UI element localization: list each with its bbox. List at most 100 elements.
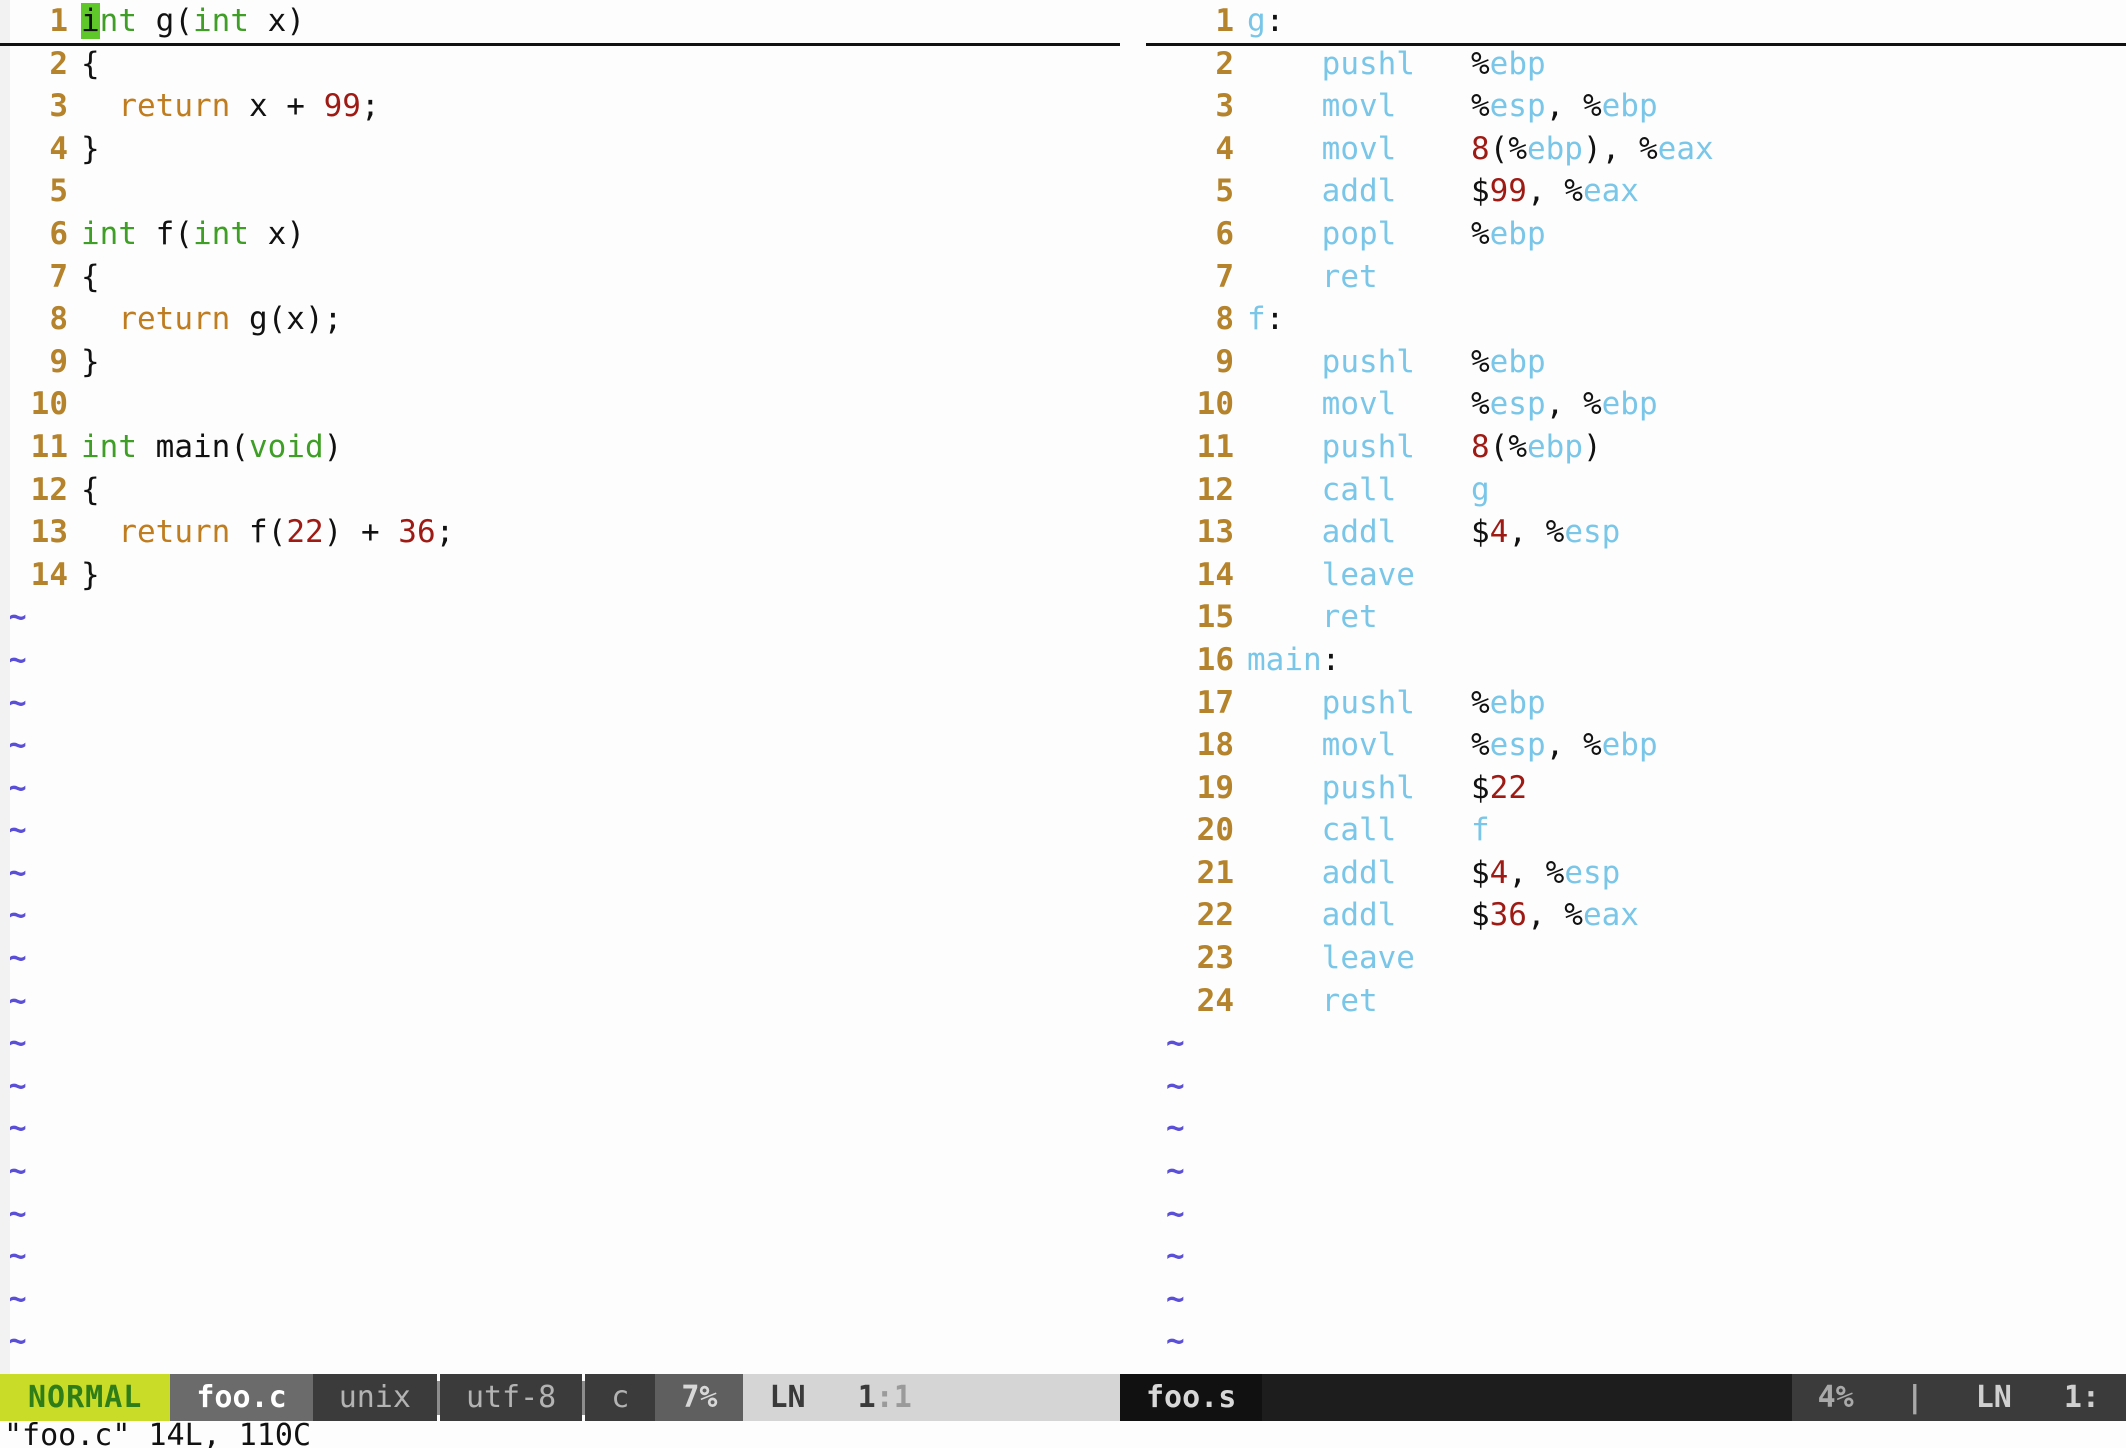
line-text[interactable]: call g — [1247, 469, 1490, 512]
line-text[interactable]: pushl %ebp — [1247, 43, 1546, 86]
code-line[interactable]: 1 int g(int x) — [0, 0, 1120, 43]
code-line[interactable]: 3 movl %esp, %ebp — [1146, 85, 2126, 128]
code-line[interactable]: 5 addl $99, %eax — [1146, 170, 2126, 213]
code-line[interactable]: 10 — [0, 383, 1120, 426]
code-line[interactable]: 9} — [0, 341, 1120, 384]
line-text[interactable]: } — [81, 341, 100, 384]
status-position[interactable]: 1:1 — [831, 1374, 938, 1421]
line-text[interactable]: ret — [1247, 980, 1378, 1023]
line-text[interactable]: addl $36, %eax — [1247, 894, 1639, 937]
code-line[interactable]: 12 call g — [1146, 469, 2126, 512]
line-text[interactable]: main: — [1247, 639, 1340, 682]
line-text[interactable]: pushl 8(%ebp) — [1247, 426, 1602, 469]
status-percent[interactable]: 7% — [655, 1374, 744, 1421]
code-line[interactable]: 2{ — [0, 43, 1120, 86]
code-line[interactable]: 2 pushl %ebp — [1146, 43, 2126, 86]
status-inactive-percent[interactable]: 4% — [1791, 1374, 1880, 1421]
line-text[interactable]: movl %esp, %ebp — [1247, 724, 1658, 767]
line-text[interactable]: call f — [1247, 809, 1490, 852]
code-line[interactable]: 6 popl %ebp — [1146, 213, 2126, 256]
line-text[interactable]: pushl %ebp — [1247, 341, 1546, 384]
code-line[interactable]: 4} — [0, 128, 1120, 171]
code-line[interactable]: 24 ret — [1146, 980, 2126, 1023]
code-line[interactable]: 5 — [0, 170, 1120, 213]
code-line[interactable]: 4 movl 8(%ebp), %eax — [1146, 128, 2126, 171]
line-text[interactable]: { — [81, 256, 100, 299]
line-text[interactable]: movl %esp, %ebp — [1247, 85, 1658, 128]
line-text[interactable]: pushl $22 — [1247, 767, 1527, 810]
code-token: esp — [1564, 514, 1621, 551]
line-text[interactable]: addl $4, %esp — [1247, 852, 1621, 895]
left-code-lines[interactable]: 1 int g(int x) 2{3 return x + 99; 4} 5 6 int f… — [0, 0, 1120, 596]
code-line[interactable]: 17 pushl %ebp — [1146, 682, 2126, 725]
line-text[interactable]: addl $99, %eax — [1247, 170, 1639, 213]
line-number: 7 — [1215, 258, 1234, 295]
code-line[interactable]: 23 leave — [1146, 937, 2126, 980]
code-line[interactable]: 12 { — [0, 469, 1120, 512]
code-line[interactable]: 21 addl $4, %esp — [1146, 852, 2126, 895]
code-line[interactable]: 1 g: — [1146, 0, 2126, 43]
command-line-message[interactable]: "foo.c" 14L, 110C — [0, 1421, 2126, 1448]
line-text[interactable]: int main(void) — [81, 426, 342, 469]
status-mode[interactable]: NORMAL — [0, 1374, 171, 1421]
status-inactive-position[interactable]: 1: — [2037, 1374, 2126, 1421]
code-line[interactable]: 11 int main(void) — [0, 426, 1120, 469]
editor-pane-foo-s[interactable]: 1 g: 2 pushl %ebp 3 movl %esp, %ebp 4 movl 8… — [1120, 0, 2126, 1374]
line-text[interactable]: addl $4, %esp — [1247, 511, 1621, 554]
line-text[interactable]: ret — [1247, 256, 1378, 299]
editor-pane-foo-c[interactable]: 1 int g(int x) 2{3 return x + 99; 4} 5 6 int f… — [0, 0, 1120, 1374]
line-text[interactable]: movl 8(%ebp), %eax — [1247, 128, 1714, 171]
code-line[interactable]: 11 pushl 8(%ebp) — [1146, 426, 2126, 469]
line-text[interactable]: leave — [1247, 554, 1415, 597]
line-text[interactable]: ret — [1247, 596, 1378, 639]
code-line[interactable]: 10 movl %esp, %ebp — [1146, 383, 2126, 426]
code-line[interactable]: 7{ — [0, 256, 1120, 299]
line-text[interactable]: } — [81, 128, 100, 171]
code-line[interactable]: 22 addl $36, %eax — [1146, 894, 2126, 937]
status-left-filler — [937, 1374, 1120, 1421]
code-line[interactable]: 19 pushl $22 — [1146, 767, 2126, 810]
code-line[interactable]: 8 f: — [1146, 298, 2126, 341]
line-text[interactable]: g: — [1247, 0, 1284, 43]
line-text[interactable]: int f(int x) — [81, 213, 305, 256]
code-line[interactable]: 18 movl %esp, %ebp — [1146, 724, 2126, 767]
code-line[interactable]: 14 leave — [1146, 554, 2126, 597]
code-line[interactable]: 20 call f — [1146, 809, 2126, 852]
code-line[interactable]: 16 main: — [1146, 639, 2126, 682]
line-text[interactable]: int g(int x) — [81, 0, 305, 43]
code-line[interactable]: 14} — [0, 554, 1120, 597]
line-text[interactable]: popl %ebp — [1247, 213, 1546, 256]
line-text[interactable]: { — [81, 43, 100, 86]
line-text[interactable]: leave — [1247, 937, 1415, 980]
code-line[interactable]: 9 pushl %ebp — [1146, 341, 2126, 384]
line-number: 23 — [1196, 940, 1234, 977]
line-text[interactable]: } — [81, 554, 100, 597]
line-text[interactable]: movl %esp, %ebp — [1247, 383, 1658, 426]
status-inactive-filename[interactable]: foo.s — [1120, 1374, 1263, 1421]
line-text[interactable]: return g(x); — [81, 298, 342, 341]
line-text[interactable]: { — [81, 469, 100, 512]
code-line[interactable]: 7 ret — [1146, 256, 2126, 299]
status-filetype[interactable]: c — [585, 1374, 656, 1421]
status-encoding[interactable]: utf-8 — [439, 1374, 583, 1421]
code-token: addl — [1321, 897, 1397, 934]
line-text[interactable]: return x + 99; — [81, 85, 379, 128]
code-line[interactable]: 13 addl $4, %esp — [1146, 511, 2126, 554]
code-token: pushl — [1321, 45, 1415, 82]
line-number: 10 — [30, 386, 68, 423]
code-line[interactable]: 8 return g(x); — [0, 298, 1120, 341]
code-token: ebp — [1489, 343, 1546, 380]
line-text[interactable]: pushl %ebp — [1247, 682, 1546, 725]
line-text[interactable]: f: — [1247, 298, 1284, 341]
code-line[interactable]: 13 return f(22) + 36; — [0, 511, 1120, 554]
code-line[interactable]: 6 int f(int x) — [0, 213, 1120, 256]
code-line[interactable]: 15 ret — [1146, 596, 2126, 639]
status-fileformat[interactable]: unix — [312, 1374, 437, 1421]
line-number: 11 — [30, 428, 68, 465]
right-code-lines[interactable]: 1 g: 2 pushl %ebp 3 movl %esp, %ebp 4 movl 8… — [1120, 0, 2126, 1022]
line-text[interactable]: return f(22) + 36; — [81, 511, 454, 554]
code-line[interactable]: 3 return x + 99; — [0, 85, 1120, 128]
status-filename[interactable]: foo.c — [170, 1374, 313, 1421]
